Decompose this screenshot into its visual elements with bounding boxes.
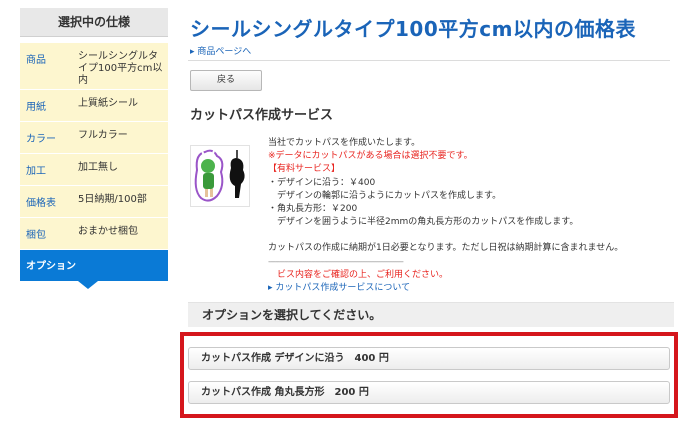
notice-line: ※データにカットパスがある場合は選択不要です。 — [268, 151, 473, 162]
spec-value: フルカラー — [78, 130, 128, 141]
spec-row-product: 商品 シールシングルタイプ100平方cm以内 — [20, 43, 168, 90]
spec-key[interactable]: 加工 — [20, 162, 78, 177]
service-description: 当社でカットパスを作成いたします。 ※データにカットパスがある場合は選択不要です… — [268, 137, 668, 295]
sticker-illustration-icon — [194, 147, 245, 202]
option-button-design-contour[interactable]: カットパス作成 デザインに沿う 400 円 — [188, 347, 670, 370]
description-line: ・デザインに沿う：￥400 — [268, 177, 376, 188]
description-line: デザインの輪郭に沿うようにカットパスを作成します。 — [268, 190, 502, 201]
spec-sidebar: 選択中の仕様 商品 シールシングルタイプ100平方cm以内 用紙 上質紙シール … — [20, 8, 168, 289]
spec-row-color: カラー フルカラー — [20, 122, 168, 154]
spec-value: 5日納期/100部 — [78, 194, 147, 205]
spec-key[interactable]: 用紙 — [20, 98, 78, 113]
description-line: デザインを囲うように半径2mmの角丸長方形のカットパスを作成します。 — [268, 217, 579, 228]
option-button-rounded-rect[interactable]: カットパス作成 角丸長方形 200 円 — [188, 381, 670, 404]
paid-service-label: 【有料サービス】 — [268, 164, 341, 175]
highlight-box — [180, 332, 678, 418]
options-heading: オプションを選択してください。 — [188, 302, 674, 327]
main-content: シールシングルタイプ100平方cm以内の価格表 ▸ 商品ページへ 戻る カットパ… — [180, 0, 678, 418]
spec-row-packing: 梱包 おまかせ梱包 — [20, 218, 168, 250]
dashed-divider: ----------------------------------------… — [268, 256, 404, 267]
sidebar-item-options-active[interactable]: オプション — [20, 250, 168, 289]
spec-row-paper: 用紙 上質紙シール — [20, 90, 168, 122]
spec-row-price-table: 価格表 5日納期/100部 — [20, 186, 168, 218]
description-line: カットパスの作成に納期が1日必要となります。ただし日祝は納期計算に含まれません。 — [268, 243, 624, 254]
back-button[interactable]: 戻る — [190, 70, 262, 91]
spec-key[interactable]: 梱包 — [20, 226, 78, 241]
title-divider — [188, 60, 670, 61]
spec-key[interactable]: カラー — [20, 130, 78, 145]
description-line: 当社でカットパスを作成いたします。 — [268, 138, 421, 148]
spec-value: 加工無し — [78, 162, 118, 173]
sidebar-title: 選択中の仕様 — [20, 8, 168, 37]
page-title: シールシングルタイプ100平方cm以内の価格表 — [190, 17, 636, 41]
spec-value: おまかせ梱包 — [78, 226, 138, 237]
cutpath-sample-image — [190, 145, 250, 207]
description-line: ・角丸長方形：￥200 — [268, 204, 358, 215]
service-title: カットパス作成サービス — [190, 108, 334, 123]
spec-key[interactable]: 価格表 — [20, 194, 78, 209]
spec-value: 上質紙シール — [78, 98, 138, 109]
cutpath-service-info-link[interactable]: ▸ カットパス作成サービスについて — [268, 282, 668, 295]
notice-line: ビス内容をご確認の上、ご利用ください。 — [268, 269, 449, 280]
spec-row-processing: 加工 加工無し — [20, 154, 168, 186]
product-page-link[interactable]: ▸ 商品ページへ — [190, 44, 251, 57]
spec-key[interactable]: 商品 — [20, 51, 78, 66]
spec-value: シールシングルタイプ100平方cm以内 — [78, 51, 163, 86]
spec-list: 商品 シールシングルタイプ100平方cm以内 用紙 上質紙シール カラー フルカ… — [20, 43, 168, 250]
